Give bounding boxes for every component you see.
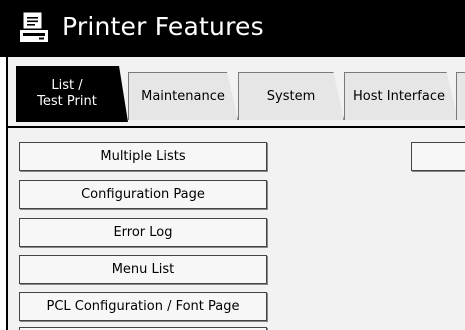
tab-maintenance[interactable]: Maintenance — [128, 72, 238, 120]
tab-overflow[interactable] — [456, 72, 465, 120]
pcl-configuration-button[interactable]: PCL Configuration / Font Page — [19, 292, 267, 321]
multiple-lists-button[interactable]: Multiple Lists — [19, 142, 267, 171]
page-title: Printer Features — [62, 12, 264, 41]
printer-document-icon — [20, 12, 48, 42]
configuration-page-button[interactable]: Configuration Page — [19, 180, 267, 209]
right-column-button[interactable] — [411, 142, 465, 171]
title-bar: Printer Features — [0, 0, 465, 57]
menu-list-button[interactable]: Menu List — [19, 255, 267, 284]
tab-host-interface[interactable]: Host Interface — [344, 72, 458, 120]
tab-system[interactable]: System — [238, 72, 344, 120]
printer-features-screen: Printer Features List / Test Print Maint… — [0, 0, 465, 330]
tab-list-test-print[interactable]: List / Test Print — [16, 66, 128, 122]
error-log-button[interactable]: Error Log — [19, 218, 267, 247]
